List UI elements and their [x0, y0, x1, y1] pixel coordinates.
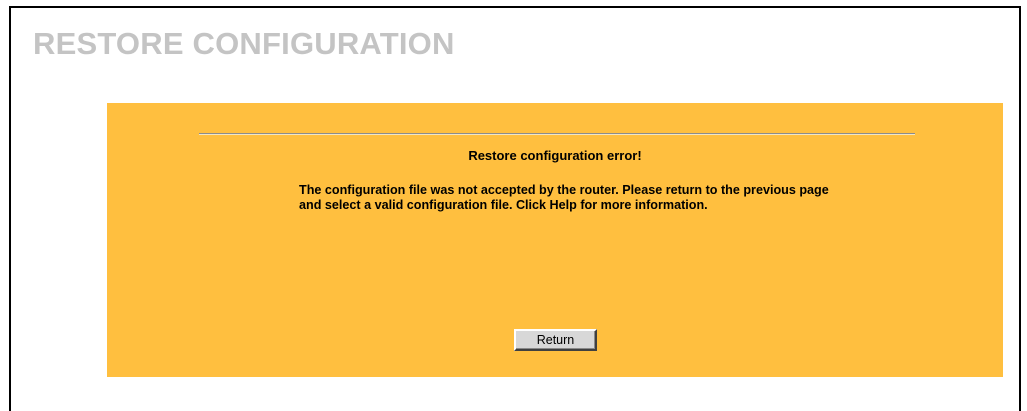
divider-line [199, 133, 915, 135]
page-title: RESTORE CONFIGURATION [33, 26, 455, 61]
error-panel: Restore configuration error! The configu… [107, 103, 1003, 377]
error-heading: Restore configuration error! [468, 148, 642, 163]
error-message: The configuration file was not accepted … [299, 183, 829, 212]
return-button[interactable]: Return [514, 329, 597, 351]
